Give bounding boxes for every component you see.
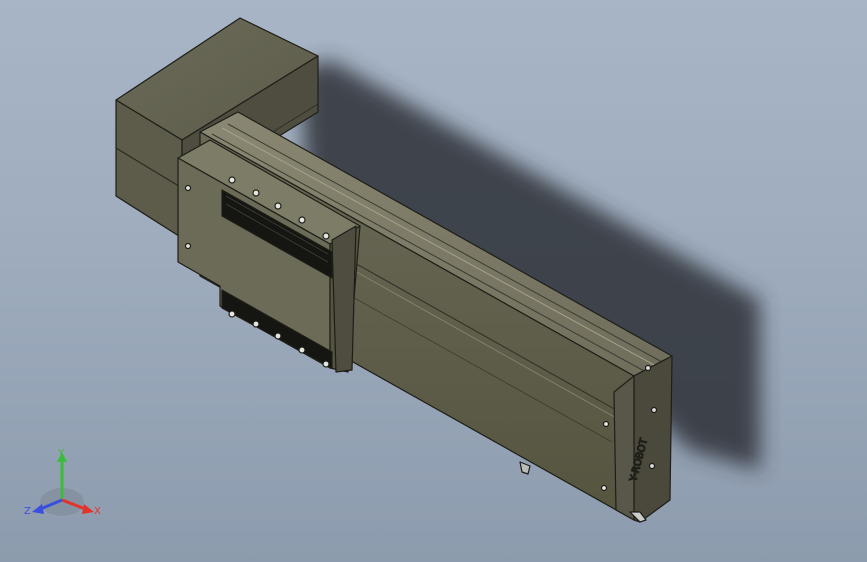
orientation-triad[interactable]: Y X Z (22, 444, 112, 534)
y-axis-label: Y (57, 448, 65, 459)
z-axis-label: Z (24, 506, 31, 517)
x-axis-label: X (94, 506, 101, 517)
3d-viewport[interactable]: Y-ROBOT Y X Z (0, 0, 867, 562)
actuator-model[interactable]: Y-ROBOT (0, 0, 867, 562)
